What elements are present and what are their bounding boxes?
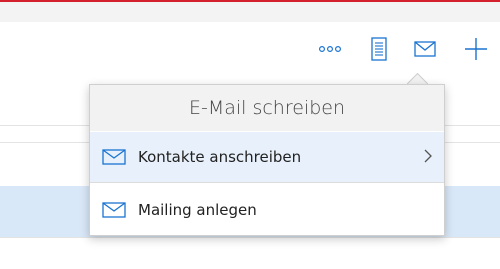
note-icon[interactable]: [369, 36, 389, 62]
more-icon[interactable]: [317, 36, 343, 62]
mail-icon: [102, 149, 128, 165]
menu-item-kontakte-anschreiben[interactable]: Kontakte anschreiben: [90, 132, 444, 183]
mail-icon: [102, 201, 128, 218]
brand-accent-line: [0, 0, 500, 2]
add-icon[interactable]: [462, 36, 490, 62]
list-separator: [0, 237, 500, 238]
popover-title: E-Mail schreiben: [90, 85, 444, 131]
email-popover: E-Mail schreiben Kontakte anschreiben Ma…: [89, 84, 445, 236]
menu-item-mailing-anlegen[interactable]: Mailing anlegen: [90, 184, 444, 235]
chevron-right-icon: [424, 149, 432, 167]
menu-item-label: Kontakte anschreiben: [138, 148, 302, 166]
mail-icon[interactable]: [413, 36, 437, 62]
window-top-bar: [0, 0, 500, 22]
menu-item-label: Mailing anlegen: [138, 200, 257, 219]
